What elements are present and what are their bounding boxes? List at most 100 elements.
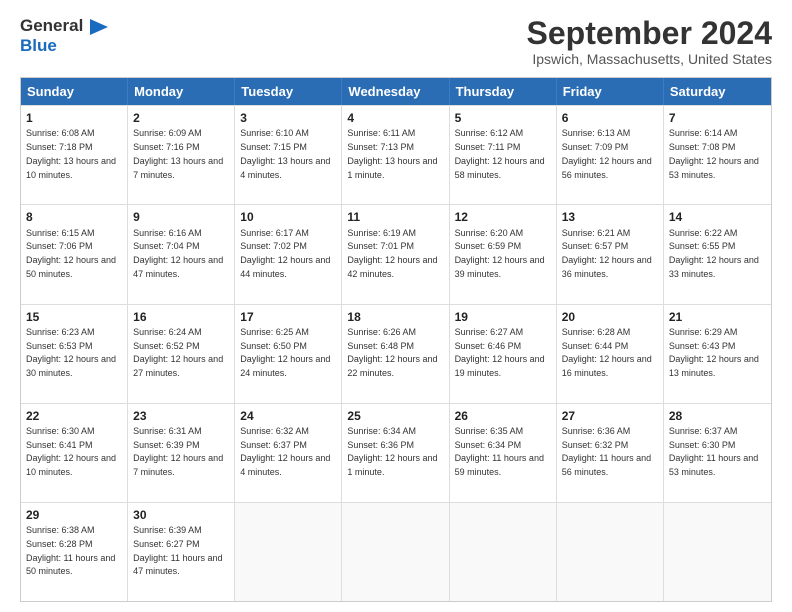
sun-info: Sunrise: 6:17 AMSunset: 7:02 PMDaylight:… <box>240 228 330 279</box>
week-row-3: 15 Sunrise: 6:23 AMSunset: 6:53 PMDaylig… <box>21 304 771 403</box>
day-number: 8 <box>26 209 122 225</box>
header-friday: Friday <box>557 78 664 105</box>
calendar-header: Sunday Monday Tuesday Wednesday Thursday… <box>21 78 771 105</box>
subtitle: Ipswich, Massachusetts, United States <box>527 51 772 67</box>
sun-info: Sunrise: 6:10 AMSunset: 7:15 PMDaylight:… <box>240 128 330 179</box>
sun-info: Sunrise: 6:31 AMSunset: 6:39 PMDaylight:… <box>133 426 223 477</box>
sun-info: Sunrise: 6:23 AMSunset: 6:53 PMDaylight:… <box>26 327 116 378</box>
day-number: 26 <box>455 408 551 424</box>
calendar-cell: 25 Sunrise: 6:34 AMSunset: 6:36 PMDaylig… <box>342 404 449 502</box>
day-number: 5 <box>455 110 551 126</box>
sun-info: Sunrise: 6:22 AMSunset: 6:55 PMDaylight:… <box>669 228 759 279</box>
day-number: 4 <box>347 110 443 126</box>
header-thursday: Thursday <box>450 78 557 105</box>
day-number: 17 <box>240 309 336 325</box>
calendar-cell: 2 Sunrise: 6:09 AMSunset: 7:16 PMDayligh… <box>128 106 235 204</box>
calendar-cell: 19 Sunrise: 6:27 AMSunset: 6:46 PMDaylig… <box>450 305 557 403</box>
calendar-cell: 16 Sunrise: 6:24 AMSunset: 6:52 PMDaylig… <box>128 305 235 403</box>
calendar-cell: 20 Sunrise: 6:28 AMSunset: 6:44 PMDaylig… <box>557 305 664 403</box>
header-sunday: Sunday <box>21 78 128 105</box>
week-row-4: 22 Sunrise: 6:30 AMSunset: 6:41 PMDaylig… <box>21 403 771 502</box>
logo-text: General Blue <box>20 16 108 55</box>
sun-info: Sunrise: 6:29 AMSunset: 6:43 PMDaylight:… <box>669 327 759 378</box>
calendar-cell: 11 Sunrise: 6:19 AMSunset: 7:01 PMDaylig… <box>342 205 449 303</box>
sun-info: Sunrise: 6:15 AMSunset: 7:06 PMDaylight:… <box>26 228 116 279</box>
day-number: 7 <box>669 110 766 126</box>
title-block: September 2024 Ipswich, Massachusetts, U… <box>527 16 772 67</box>
header-tuesday: Tuesday <box>235 78 342 105</box>
sun-info: Sunrise: 6:21 AMSunset: 6:57 PMDaylight:… <box>562 228 652 279</box>
calendar-cell <box>450 503 557 601</box>
calendar-cell <box>557 503 664 601</box>
logo: General Blue <box>20 16 108 55</box>
calendar-cell: 17 Sunrise: 6:25 AMSunset: 6:50 PMDaylig… <box>235 305 342 403</box>
day-number: 27 <box>562 408 658 424</box>
sun-info: Sunrise: 6:37 AMSunset: 6:30 PMDaylight:… <box>669 426 758 477</box>
day-number: 20 <box>562 309 658 325</box>
day-number: 30 <box>133 507 229 523</box>
calendar-cell: 15 Sunrise: 6:23 AMSunset: 6:53 PMDaylig… <box>21 305 128 403</box>
calendar-cell: 18 Sunrise: 6:26 AMSunset: 6:48 PMDaylig… <box>342 305 449 403</box>
day-number: 28 <box>669 408 766 424</box>
calendar-cell: 24 Sunrise: 6:32 AMSunset: 6:37 PMDaylig… <box>235 404 342 502</box>
day-number: 11 <box>347 209 443 225</box>
week-row-2: 8 Sunrise: 6:15 AMSunset: 7:06 PMDayligh… <box>21 204 771 303</box>
calendar-cell: 21 Sunrise: 6:29 AMSunset: 6:43 PMDaylig… <box>664 305 771 403</box>
sun-info: Sunrise: 6:34 AMSunset: 6:36 PMDaylight:… <box>347 426 437 477</box>
sun-info: Sunrise: 6:19 AMSunset: 7:01 PMDaylight:… <box>347 228 437 279</box>
calendar-cell: 27 Sunrise: 6:36 AMSunset: 6:32 PMDaylig… <box>557 404 664 502</box>
sun-info: Sunrise: 6:25 AMSunset: 6:50 PMDaylight:… <box>240 327 330 378</box>
sun-info: Sunrise: 6:27 AMSunset: 6:46 PMDaylight:… <box>455 327 545 378</box>
calendar-cell: 7 Sunrise: 6:14 AMSunset: 7:08 PMDayligh… <box>664 106 771 204</box>
day-number: 29 <box>26 507 122 523</box>
day-number: 3 <box>240 110 336 126</box>
day-number: 6 <box>562 110 658 126</box>
calendar-cell: 4 Sunrise: 6:11 AMSunset: 7:13 PMDayligh… <box>342 106 449 204</box>
day-number: 10 <box>240 209 336 225</box>
sun-info: Sunrise: 6:13 AMSunset: 7:09 PMDaylight:… <box>562 128 652 179</box>
calendar-cell: 10 Sunrise: 6:17 AMSunset: 7:02 PMDaylig… <box>235 205 342 303</box>
sun-info: Sunrise: 6:16 AMSunset: 7:04 PMDaylight:… <box>133 228 223 279</box>
calendar-cell: 8 Sunrise: 6:15 AMSunset: 7:06 PMDayligh… <box>21 205 128 303</box>
sun-info: Sunrise: 6:26 AMSunset: 6:48 PMDaylight:… <box>347 327 437 378</box>
calendar-cell <box>342 503 449 601</box>
sun-info: Sunrise: 6:14 AMSunset: 7:08 PMDaylight:… <box>669 128 759 179</box>
day-number: 23 <box>133 408 229 424</box>
calendar-cell: 23 Sunrise: 6:31 AMSunset: 6:39 PMDaylig… <box>128 404 235 502</box>
logo-arrow-icon <box>90 19 108 35</box>
header: General Blue September 2024 Ipswich, Mas… <box>20 16 772 67</box>
calendar-cell: 3 Sunrise: 6:10 AMSunset: 7:15 PMDayligh… <box>235 106 342 204</box>
calendar-cell: 29 Sunrise: 6:38 AMSunset: 6:28 PMDaylig… <box>21 503 128 601</box>
sun-info: Sunrise: 6:09 AMSunset: 7:16 PMDaylight:… <box>133 128 223 179</box>
calendar-cell: 9 Sunrise: 6:16 AMSunset: 7:04 PMDayligh… <box>128 205 235 303</box>
calendar-cell: 30 Sunrise: 6:39 AMSunset: 6:27 PMDaylig… <box>128 503 235 601</box>
calendar-cell: 5 Sunrise: 6:12 AMSunset: 7:11 PMDayligh… <box>450 106 557 204</box>
sun-info: Sunrise: 6:20 AMSunset: 6:59 PMDaylight:… <box>455 228 545 279</box>
calendar: Sunday Monday Tuesday Wednesday Thursday… <box>20 77 772 602</box>
calendar-cell: 28 Sunrise: 6:37 AMSunset: 6:30 PMDaylig… <box>664 404 771 502</box>
calendar-cell: 12 Sunrise: 6:20 AMSunset: 6:59 PMDaylig… <box>450 205 557 303</box>
week-row-5: 29 Sunrise: 6:38 AMSunset: 6:28 PMDaylig… <box>21 502 771 601</box>
sun-info: Sunrise: 6:35 AMSunset: 6:34 PMDaylight:… <box>455 426 544 477</box>
calendar-cell: 1 Sunrise: 6:08 AMSunset: 7:18 PMDayligh… <box>21 106 128 204</box>
sun-info: Sunrise: 6:36 AMSunset: 6:32 PMDaylight:… <box>562 426 651 477</box>
header-monday: Monday <box>128 78 235 105</box>
calendar-cell <box>664 503 771 601</box>
calendar-cell: 14 Sunrise: 6:22 AMSunset: 6:55 PMDaylig… <box>664 205 771 303</box>
sun-info: Sunrise: 6:08 AMSunset: 7:18 PMDaylight:… <box>26 128 116 179</box>
day-number: 25 <box>347 408 443 424</box>
day-number: 2 <box>133 110 229 126</box>
calendar-cell <box>235 503 342 601</box>
day-number: 22 <box>26 408 122 424</box>
calendar-cell: 22 Sunrise: 6:30 AMSunset: 6:41 PMDaylig… <box>21 404 128 502</box>
day-number: 1 <box>26 110 122 126</box>
day-number: 15 <box>26 309 122 325</box>
sun-info: Sunrise: 6:39 AMSunset: 6:27 PMDaylight:… <box>133 525 222 576</box>
sun-info: Sunrise: 6:12 AMSunset: 7:11 PMDaylight:… <box>455 128 545 179</box>
day-number: 12 <box>455 209 551 225</box>
sun-info: Sunrise: 6:28 AMSunset: 6:44 PMDaylight:… <box>562 327 652 378</box>
sun-info: Sunrise: 6:30 AMSunset: 6:41 PMDaylight:… <box>26 426 116 477</box>
day-number: 9 <box>133 209 229 225</box>
page: General Blue September 2024 Ipswich, Mas… <box>0 0 792 612</box>
calendar-cell: 13 Sunrise: 6:21 AMSunset: 6:57 PMDaylig… <box>557 205 664 303</box>
